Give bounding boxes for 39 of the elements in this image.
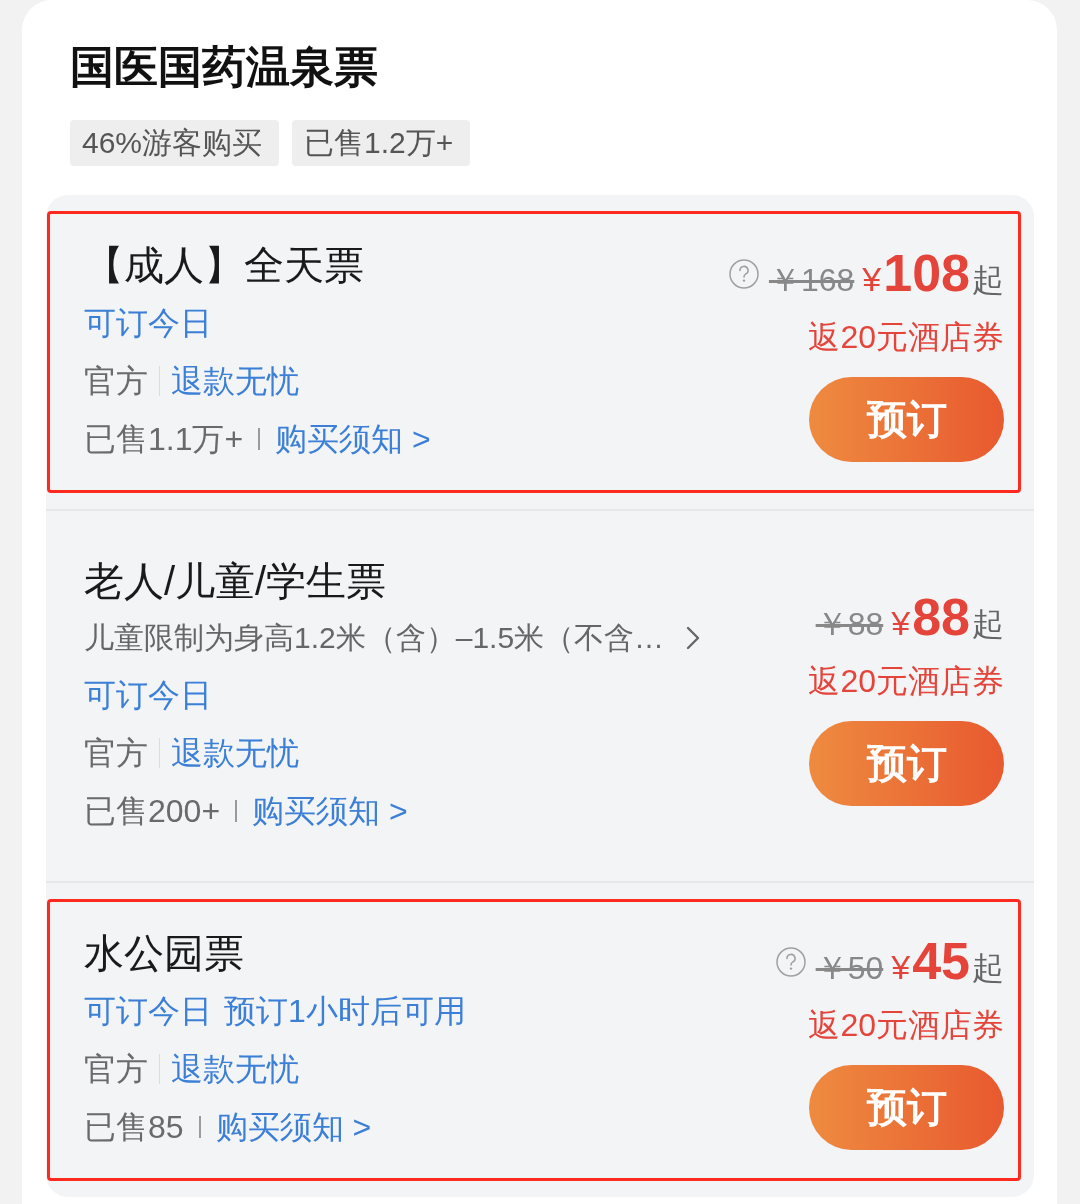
purchase-notes-link[interactable]: 购买须知 > — [275, 410, 431, 468]
ticket-name: 老人/儿童/学生票 — [84, 558, 387, 605]
price-suffix: 起 — [972, 948, 1004, 988]
book-button[interactable]: 预订 — [809, 720, 1004, 806]
sold-count: 已售85 — [84, 1108, 184, 1147]
coupon-label: 返20元酒店券 — [808, 317, 1004, 357]
purchase-notes-link[interactable]: 购买须知 > — [252, 782, 408, 840]
current-price: ¥108 — [862, 242, 970, 303]
book-button[interactable]: 预订 — [809, 376, 1004, 462]
chevron-right-icon — [686, 626, 701, 650]
ticket-name: 水公园票 — [84, 930, 244, 977]
original-price: ￥50 — [815, 948, 884, 988]
book-button[interactable]: 预订 — [809, 1064, 1004, 1150]
current-price: ¥88 — [891, 586, 970, 647]
current-price: ¥45 — [891, 930, 970, 991]
coupon-label: 返20元酒店券 — [808, 1005, 1004, 1045]
ticket-name: 【成人】全天票 — [84, 242, 364, 289]
refund-policy-label: 退款无忧 — [171, 734, 299, 773]
product-title: 国医国药温泉票 — [70, 41, 378, 93]
sold-count: 已售200+ — [84, 792, 221, 831]
supplier-label: 官方 — [84, 734, 148, 773]
price-suffix: 起 — [972, 604, 1004, 644]
ticket-description: 儿童限制为身高1.2米（含）–1.5米（不含… — [84, 620, 665, 656]
purchase-notes-link[interactable]: 购买须知 > — [215, 1098, 372, 1156]
availability-label: 可订今日 — [84, 676, 212, 715]
sold-count: 已售1.1万+ — [84, 420, 244, 459]
original-price: ￥88 — [815, 604, 884, 644]
price-suffix: 起 — [972, 260, 1004, 300]
coupon-label: 返20元酒店券 — [808, 661, 1004, 701]
supplier-label: 官方 — [84, 362, 148, 401]
refund-policy-label: 退款无忧 — [171, 1050, 299, 1089]
original-price: ￥168 — [768, 260, 855, 300]
availability-label: 预订1小时后可用 — [224, 992, 466, 1031]
availability-label: 可订今日 — [84, 992, 212, 1031]
tag: 46%游客购买 — [70, 120, 280, 166]
refund-policy-label: 退款无忧 — [171, 362, 299, 401]
availability-label: 可订今日 — [84, 304, 212, 343]
tag: 已售1.2万+ — [292, 120, 471, 166]
supplier-label: 官方 — [84, 1050, 148, 1089]
